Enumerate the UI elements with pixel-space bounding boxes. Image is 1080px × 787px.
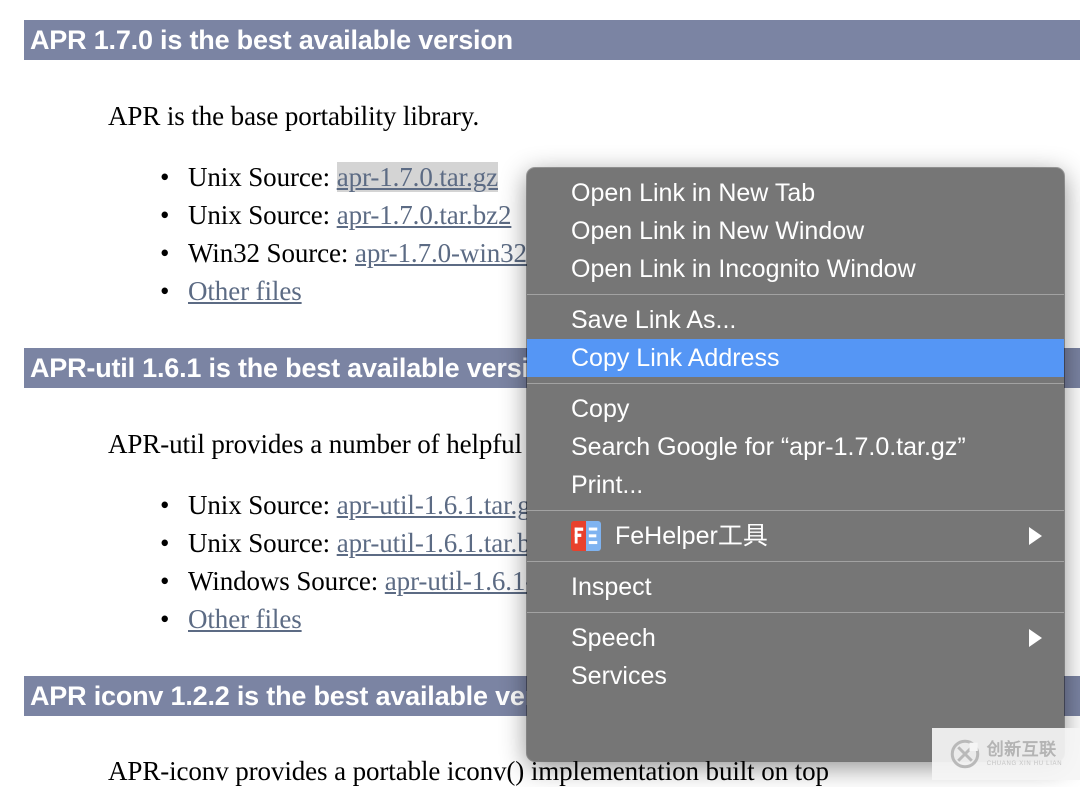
fehelper-icon [571, 521, 601, 551]
menu-item-label: Search Google for “apr-1.7.0.tar.gz” [571, 433, 966, 461]
chevron-right-icon [1029, 527, 1042, 545]
menu-item-label: Inspect [571, 573, 652, 601]
chevron-right-icon [1029, 629, 1042, 647]
section-header-apr: APR 1.7.0 is the best available version [24, 20, 1080, 60]
menu-item-copy[interactable]: Copy [527, 390, 1064, 428]
other-files-link[interactable]: Other files [188, 276, 302, 306]
menu-item-save-link-as[interactable]: Save Link As... [527, 301, 1064, 339]
menu-item-label: Services [571, 662, 667, 690]
context-menu-group: Copy Search Google for “apr-1.7.0.tar.gz… [527, 384, 1064, 510]
menu-item-open-link-new-window[interactable]: Open Link in New Window [527, 212, 1064, 250]
download-link[interactable]: apr-util-1.6.1.tar.bz2 [337, 528, 556, 558]
context-menu-group: FeHelper工具 [527, 511, 1064, 561]
menu-item-speech[interactable]: Speech [527, 619, 1064, 657]
menu-item-label: Copy [571, 395, 630, 423]
menu-item-label: Open Link in New Window [571, 217, 865, 245]
download-link[interactable]: apr-1.7.0.tar.gz [336, 162, 498, 192]
menu-item-label: Save Link As... [571, 306, 737, 334]
context-menu-group: Inspect [527, 562, 1064, 612]
download-link[interactable]: apr-util-1.6.1.tar.gz [337, 490, 543, 520]
download-link[interactable]: apr-1.7.0.tar.bz2 [337, 200, 512, 230]
menu-item-open-link-new-tab[interactable]: Open Link in New Tab [527, 174, 1064, 212]
list-item-label: Unix Source: [188, 200, 331, 230]
list-item-label: Unix Source: [188, 162, 331, 192]
other-files-link[interactable]: Other files [188, 604, 302, 634]
menu-item-copy-link-address[interactable]: Copy Link Address [527, 339, 1064, 377]
context-menu[interactable]: Open Link in New Tab Open Link in New Wi… [527, 168, 1064, 761]
context-menu-group: Save Link As... Copy Link Address [527, 295, 1064, 383]
menu-item-label: Speech [571, 624, 656, 652]
menu-item-label: Open Link in New Tab [571, 179, 816, 207]
menu-item-label: Print... [571, 471, 644, 499]
list-item-label: Unix Source: [188, 528, 331, 558]
menu-item-services[interactable]: Services [527, 657, 1064, 695]
list-item-label: Win32 Source: [188, 238, 349, 268]
menu-item-fehelper[interactable]: FeHelper工具 [527, 517, 1064, 555]
context-menu-group: Open Link in New Tab Open Link in New Wi… [527, 168, 1064, 294]
context-menu-group: Speech Services [527, 613, 1064, 701]
menu-item-print[interactable]: Print... [527, 466, 1064, 504]
section-intro-apr: APR is the base portability library. [108, 101, 480, 131]
menu-item-open-link-incognito[interactable]: Open Link in Incognito Window [527, 250, 1064, 288]
menu-item-label: Open Link in Incognito Window [571, 255, 916, 283]
menu-item-label: Copy Link Address [571, 344, 780, 372]
list-item-label: Windows Source: [188, 566, 379, 596]
menu-item-inspect[interactable]: Inspect [527, 568, 1064, 606]
list-item-label: Unix Source: [188, 490, 331, 520]
menu-item-search-google[interactable]: Search Google for “apr-1.7.0.tar.gz” [527, 428, 1064, 466]
menu-item-label: FeHelper工具 [615, 522, 768, 550]
